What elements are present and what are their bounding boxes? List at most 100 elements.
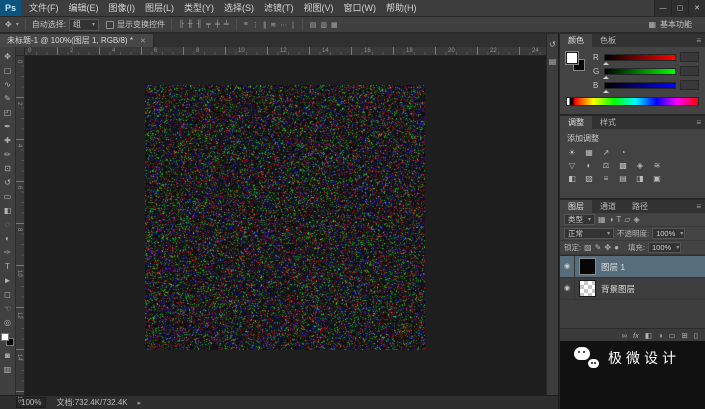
posterize-adjustment-icon[interactable]: ≡	[599, 172, 613, 185]
path-selection-tool-icon[interactable]: ►	[0, 273, 15, 287]
blur-tool-icon[interactable]: ◌	[0, 217, 15, 231]
panel-menu-icon[interactable]: ≡	[692, 116, 705, 129]
menu-item-1[interactable]: 编辑(E)	[64, 0, 104, 16]
gradient-tool-icon[interactable]: ◧	[0, 203, 15, 217]
filter-shape-layers-icon[interactable]: ▱	[624, 215, 630, 224]
vertical-ruler[interactable]: 0246810121416	[16, 56, 25, 395]
blend-mode-dropdown[interactable]: 正常 ▾	[564, 228, 614, 239]
color-spectrum-bar[interactable]	[566, 97, 699, 106]
black-white-adjustment-icon[interactable]: ▩	[616, 159, 630, 172]
invert-adjustment-icon[interactable]: ▨	[582, 172, 596, 185]
show-transform-checkbox[interactable]	[106, 21, 114, 29]
new-layer-icon[interactable]: ⊞	[682, 331, 688, 340]
color-panel-tab-0[interactable]: 颜色	[560, 34, 592, 47]
vibrance-adjustment-icon[interactable]: ▽	[565, 159, 579, 172]
align-icon-3[interactable]: ╤	[205, 21, 212, 28]
tab-close-icon[interactable]: ✕	[140, 37, 146, 45]
menu-item-5[interactable]: 选择(S)	[219, 0, 259, 16]
blue-slider-track[interactable]	[604, 82, 676, 89]
layer-name[interactable]: 背景图层	[601, 283, 635, 295]
layer-row-0[interactable]: ◉图层 1	[560, 256, 705, 278]
status-expand-arrow-icon[interactable]: ▸	[138, 399, 142, 407]
menu-item-7[interactable]: 视图(V)	[299, 0, 339, 16]
layers-panel-tab-1[interactable]: 通道	[592, 200, 624, 213]
history-brush-tool-icon[interactable]: ↺	[0, 175, 15, 189]
red-value-field[interactable]	[680, 52, 699, 62]
lock-pixels-icon[interactable]: ✎	[595, 243, 602, 252]
marquee-tool-icon[interactable]: ▢	[0, 63, 15, 77]
crop-tool-icon[interactable]: ◰	[0, 105, 15, 119]
channel-mixer-adjustment-icon[interactable]: ≋	[650, 159, 664, 172]
curves-adjustment-icon[interactable]: ↗	[599, 146, 613, 159]
close-button[interactable]: ✕	[688, 0, 705, 16]
adjustments-panel-tab-0[interactable]: 调整	[560, 116, 592, 129]
lock-all-icon[interactable]: ●	[614, 243, 619, 252]
distribute-icon-2[interactable]: ∥	[262, 21, 268, 29]
align-icon-1[interactable]: ╫	[187, 21, 194, 28]
slider-marker-icon[interactable]	[603, 87, 609, 93]
horizontal-ruler[interactable]: 024681012141618202224	[16, 47, 546, 56]
quick-mask-icon[interactable]: ◙	[0, 348, 15, 362]
align-icon-2[interactable]: ╢	[196, 21, 203, 28]
pen-tool-icon[interactable]: ✑	[0, 245, 15, 259]
filter-type-layers-icon[interactable]: T	[616, 215, 621, 224]
eraser-tool-icon[interactable]: ▭	[0, 189, 15, 203]
slider-marker-icon[interactable]	[603, 59, 609, 65]
brightness-contrast-adjustment-icon[interactable]: ☀	[565, 146, 579, 159]
align-icon-4[interactable]: ╪	[214, 21, 221, 28]
blue-value-field[interactable]	[680, 80, 699, 90]
move-tool-preset-icon[interactable]: ✥	[4, 20, 13, 29]
zoom-tool-icon[interactable]: ◎	[0, 315, 15, 329]
properties-panel-icon[interactable]: ▤	[549, 57, 557, 66]
ruler-origin-corner[interactable]	[16, 47, 25, 56]
panel-color-swatches[interactable]	[566, 52, 586, 72]
foreground-color-swatch[interactable]	[1, 333, 9, 341]
add-layer-mask-icon[interactable]: ◧	[645, 331, 652, 340]
screen-mode-icon[interactable]: ▥	[0, 362, 15, 376]
align-icon-0[interactable]: ╟	[178, 21, 185, 28]
layer-visibility-icon[interactable]: ◉	[560, 256, 575, 277]
blue-slider[interactable]: B	[593, 80, 699, 90]
new-group-icon[interactable]: ▭	[668, 331, 675, 340]
workspace-switcher[interactable]: 基本功能	[660, 19, 692, 30]
layers-panel-tab-2[interactable]: 路径	[624, 200, 656, 213]
history-panel-icon[interactable]: ↺	[549, 40, 556, 49]
opacity-dropdown[interactable]: 100% ▾	[652, 228, 685, 239]
menu-item-9[interactable]: 帮助(H)	[381, 0, 422, 16]
lock-transparency-icon[interactable]: ▨	[584, 243, 592, 252]
menu-item-8[interactable]: 窗口(W)	[339, 0, 382, 16]
document-tab[interactable]: 未标题-1 @ 100%(图层 1, RGB/8) * ✕	[0, 34, 154, 47]
exposure-adjustment-icon[interactable]: ◔	[616, 146, 630, 159]
canvas-area[interactable]	[16, 47, 546, 395]
dodge-tool-icon[interactable]: ◐	[0, 231, 15, 245]
layer-visibility-icon[interactable]: ◉	[560, 278, 575, 299]
arrange-icon-0[interactable]: ▤	[309, 21, 318, 29]
maximize-button[interactable]: ▢	[671, 0, 688, 16]
distribute-icon-4[interactable]: ⋯	[279, 21, 288, 29]
green-value-field[interactable]	[680, 66, 699, 76]
green-slider[interactable]: G	[593, 66, 699, 76]
layer-thumbnail[interactable]	[579, 280, 596, 297]
fill-dropdown[interactable]: 100% ▾	[648, 242, 681, 253]
layer-style-icon[interactable]: fx	[633, 331, 639, 340]
slider-marker-icon[interactable]	[603, 73, 609, 79]
distribute-icon-1[interactable]: ⋮	[251, 21, 260, 29]
color-panel-tab-1[interactable]: 色板	[592, 34, 624, 47]
layers-panel-tab-0[interactable]: 图层	[560, 200, 592, 213]
shape-tool-icon[interactable]: ◻	[0, 287, 15, 301]
arrange-icon-1[interactable]: ▥	[319, 21, 328, 29]
filter-pixel-layers-icon[interactable]: ▦	[598, 215, 606, 224]
tool-preset-caret-icon[interactable]: ▾	[16, 21, 19, 28]
red-slider-track[interactable]	[604, 54, 676, 61]
quick-selection-tool-icon[interactable]: ✎	[0, 91, 15, 105]
distribute-icon-3[interactable]: ≋	[269, 21, 277, 29]
delete-layer-icon[interactable]: ▯	[694, 331, 698, 340]
brush-tool-icon[interactable]: ✏	[0, 147, 15, 161]
arrange-icon-2[interactable]: ▦	[330, 21, 339, 29]
red-slider[interactable]: R	[593, 52, 699, 62]
menu-item-4[interactable]: 类型(Y)	[179, 0, 219, 16]
auto-select-dropdown[interactable]: 组 ▾	[69, 19, 99, 31]
threshold-adjustment-icon[interactable]: ▤	[616, 172, 630, 185]
adjustments-panel-tab-1[interactable]: 样式	[592, 116, 624, 129]
distribute-icon-0[interactable]: ≡	[243, 21, 249, 29]
